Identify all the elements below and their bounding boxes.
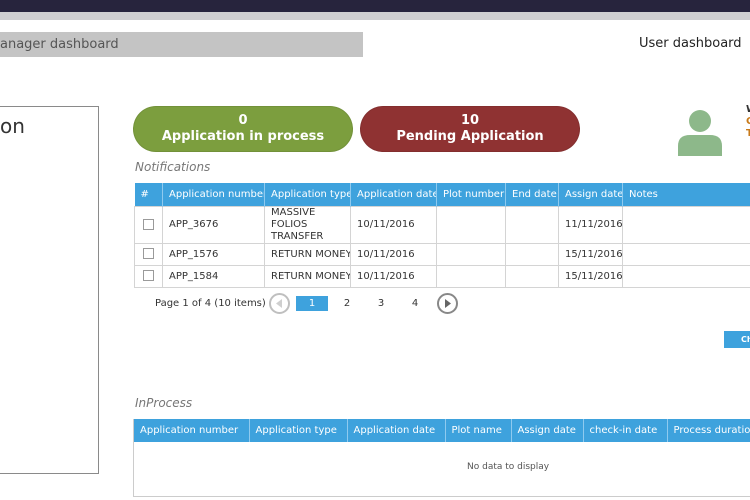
col-assign-date[interactable]: Assign date — [558, 183, 623, 206]
col-select[interactable]: # — [134, 183, 163, 206]
table-row[interactable]: APP_3676 MASSIVE FOLIOS TRANSFER 10/11/2… — [134, 205, 750, 244]
inprocess-header-row: Application number Application type Appl… — [134, 419, 750, 442]
inprocess-table: Application number Application type Appl… — [134, 419, 750, 442]
tab-manager-dashboard[interactable]: anager dashboard — [0, 32, 363, 57]
cell-application-number: APP_1576 — [162, 242, 265, 266]
cell-application-date: 10/11/2016 — [350, 205, 437, 244]
col-end-date[interactable]: End date — [505, 183, 559, 206]
cell-application-date: 10/11/2016 — [350, 242, 437, 266]
notifications-header-row: # Application number Application type Ap… — [134, 183, 750, 206]
in-process-label: Application in process — [161, 129, 325, 144]
user-info-side: W C T — [746, 104, 750, 140]
pager-page-1[interactable]: 1 — [296, 296, 328, 311]
user-info-letter-1: W — [746, 104, 750, 116]
pager-prev-icon[interactable] — [269, 293, 290, 314]
action-button[interactable]: Ch — [724, 331, 750, 348]
cell-plot-number — [436, 205, 506, 244]
col-application-type[interactable]: Application type — [249, 419, 348, 442]
cell-notes — [622, 242, 750, 266]
in-process-counter[interactable]: 0 Application in process — [133, 106, 353, 152]
row-checkbox[interactable] — [143, 248, 154, 260]
table-row[interactable]: APP_1584 RETURN MONEY 10/11/2016 15/11/2… — [134, 264, 750, 288]
cell-application-number: APP_1584 — [162, 264, 265, 288]
row-checkbox[interactable] — [143, 218, 154, 230]
cell-end-date — [505, 205, 559, 244]
col-plot-number[interactable]: Plot number — [436, 183, 506, 206]
cell-assign-date: 15/11/2016 — [558, 264, 623, 288]
left-panel-title: on — [0, 114, 25, 138]
inprocess-title: InProcess — [135, 396, 193, 410]
cell-end-date — [505, 242, 559, 266]
cell-plot-number — [436, 242, 506, 266]
cell-application-type: MASSIVE FOLIOS TRANSFER — [264, 205, 351, 244]
col-assign-date[interactable]: Assign date — [511, 419, 584, 442]
row-checkbox[interactable] — [143, 270, 154, 282]
inprocess-empty-text: No data to display — [467, 462, 550, 472]
notifications-title: Notifications — [135, 160, 211, 174]
user-info-letter-3: T — [746, 128, 750, 139]
col-plot-name[interactable]: Plot name — [445, 419, 512, 442]
browser-top-strip — [0, 0, 750, 12]
cell-application-number: APP_3676 — [162, 205, 265, 244]
col-application-number[interactable]: Application number — [162, 183, 265, 206]
browser-sub-strip — [0, 12, 750, 20]
user-avatar-icon[interactable] — [678, 108, 722, 156]
col-process-duration[interactable]: Process duration — [667, 419, 750, 442]
col-notes[interactable]: Notes — [622, 183, 750, 206]
cell-application-date: 10/11/2016 — [350, 264, 437, 288]
left-side-panel — [0, 106, 99, 474]
cell-assign-date: 15/11/2016 — [558, 242, 623, 266]
user-info-letter-2: C — [746, 116, 750, 127]
pending-label: Pending Application — [396, 129, 544, 144]
pager-next-icon[interactable] — [437, 293, 458, 314]
cell-plot-number — [436, 264, 506, 288]
col-application-date[interactable]: Application date — [347, 419, 446, 442]
pager-page-3[interactable]: 3 — [365, 296, 397, 311]
cell-end-date — [505, 264, 559, 288]
in-process-count: 0 — [238, 113, 248, 128]
col-application-type[interactable]: Application type — [264, 183, 351, 206]
pager-page-2[interactable]: 2 — [331, 296, 363, 311]
col-check-in-date[interactable]: check-in date — [583, 419, 668, 442]
cell-application-type: RETURN MONEY — [264, 264, 351, 288]
col-application-date[interactable]: Application date — [350, 183, 437, 206]
pending-count: 10 — [460, 113, 480, 128]
table-row[interactable]: APP_1576 RETURN MONEY 10/11/2016 15/11/2… — [134, 242, 750, 266]
cell-assign-date: 11/11/2016 — [558, 205, 623, 244]
cell-notes — [622, 264, 750, 288]
cell-application-type: RETURN MONEY — [264, 242, 351, 266]
col-application-number[interactable]: Application number — [134, 419, 250, 442]
pager-info: Page 1 of 4 (10 items) — [155, 298, 266, 309]
tab-user-dashboard[interactable]: User dashboard — [639, 36, 742, 51]
cell-notes — [622, 205, 750, 244]
pager-page-4[interactable]: 4 — [399, 296, 431, 311]
notifications-table: # Application number Application type Ap… — [134, 183, 750, 288]
pending-counter[interactable]: 10 Pending Application — [360, 106, 580, 152]
